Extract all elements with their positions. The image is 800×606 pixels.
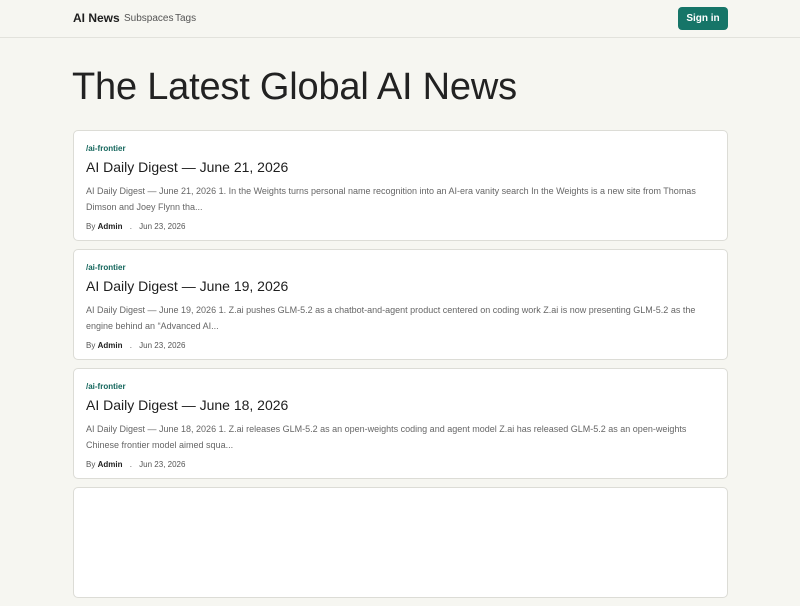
post-by-label: By	[86, 341, 96, 350]
post-meta: By Admin . Jun 23, 2026	[86, 341, 715, 351]
post-meta: By Admin . Jun 23, 2026	[86, 460, 715, 470]
post-meta-separator: .	[129, 341, 132, 350]
post-author: Admin	[97, 222, 123, 231]
post-title-link[interactable]: AI Daily Digest — June 19, 2026	[86, 277, 715, 295]
post-author: Admin	[97, 460, 123, 469]
post-by-label: By	[86, 222, 96, 231]
post-card-partial[interactable]	[73, 487, 728, 598]
post-list: /ai-frontier AI Daily Digest — June 21, …	[73, 130, 728, 606]
nav-link-tags[interactable]: Tags	[175, 13, 196, 24]
post-date: Jun 23, 2026	[139, 222, 186, 231]
post-meta: By Admin . Jun 23, 2026	[86, 222, 715, 232]
top-navbar: AI News Subspaces Tags Sign in	[0, 0, 800, 38]
post-excerpt: AI Daily Digest — June 18, 2026 1. Z.ai …	[86, 424, 687, 450]
post-tag-link[interactable]: /ai-frontier	[86, 263, 715, 273]
post-tag-link[interactable]: /ai-frontier	[86, 144, 715, 154]
post-title-link[interactable]: AI Daily Digest — June 18, 2026	[86, 396, 715, 414]
post-excerpt: AI Daily Digest — June 21, 2026 1. In th…	[86, 186, 696, 212]
brand-logo-link[interactable]: AI News	[73, 11, 120, 25]
post-meta-separator: .	[129, 460, 132, 469]
nav-link-subspaces[interactable]: Subspaces	[124, 13, 173, 24]
post-tag-link[interactable]: /ai-frontier	[86, 382, 715, 392]
post-by-label: By	[86, 460, 96, 469]
post-author: Admin	[97, 341, 123, 350]
sign-in-button[interactable]: Sign in	[678, 7, 728, 30]
post-meta-separator: .	[129, 222, 132, 231]
post-date: Jun 23, 2026	[139, 460, 186, 469]
post-card[interactable]: /ai-frontier AI Daily Digest — June 21, …	[73, 130, 728, 241]
post-title-link[interactable]: AI Daily Digest — June 21, 2026	[86, 158, 715, 176]
page-title: The Latest Global AI News	[72, 66, 517, 108]
post-card[interactable]: /ai-frontier AI Daily Digest — June 18, …	[73, 368, 728, 479]
post-excerpt: AI Daily Digest — June 19, 2026 1. Z.ai …	[86, 305, 696, 331]
post-date: Jun 23, 2026	[139, 341, 186, 350]
post-card[interactable]: /ai-frontier AI Daily Digest — June 19, …	[73, 249, 728, 360]
